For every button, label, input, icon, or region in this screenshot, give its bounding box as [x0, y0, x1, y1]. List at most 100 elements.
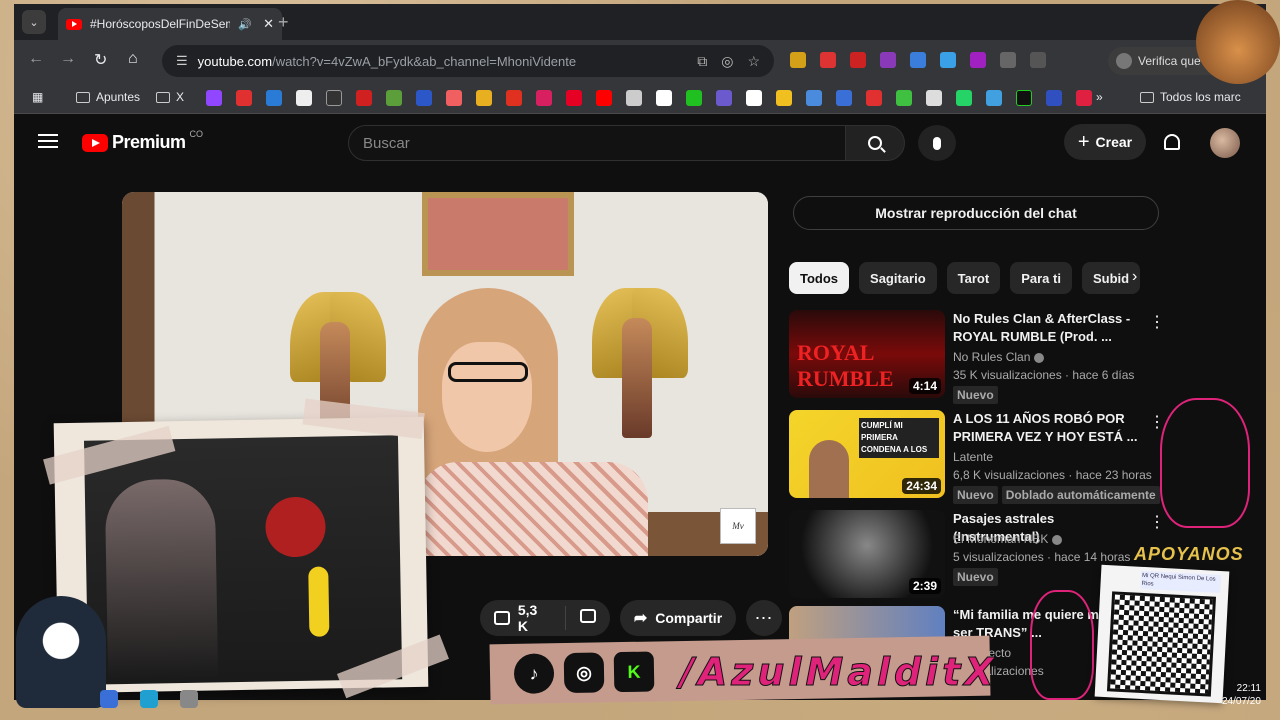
bookmark-icon[interactable] — [476, 90, 492, 106]
video-channel[interactable]: Latente — [953, 450, 993, 464]
verified-check-icon — [1034, 352, 1045, 363]
bookmark-icon[interactable] — [506, 90, 522, 106]
puzzle-icon[interactable] — [1000, 52, 1016, 68]
youtube-icon[interactable] — [596, 90, 612, 106]
bookmark-icon[interactable] — [896, 90, 912, 106]
bookmark-icon[interactable] — [836, 90, 852, 106]
close-tab-icon[interactable]: ✕ — [263, 16, 274, 32]
chip-sagitario[interactable]: Sagitario — [859, 262, 937, 294]
channel-watermark[interactable]: Mv — [720, 508, 756, 544]
tab-title: #HoróscoposDelFinDeSema — [90, 17, 230, 31]
logo-text: Premium — [112, 132, 186, 152]
bookmark-icon[interactable] — [656, 90, 672, 106]
bookmark-icon[interactable] — [446, 90, 462, 106]
reload-icon[interactable]: ↻ — [94, 50, 107, 70]
speaker-icon[interactable]: 🔊 — [238, 18, 252, 31]
taskbar-app-icon[interactable] — [180, 690, 198, 708]
tab-search-button[interactable]: ⌄ — [22, 10, 46, 34]
bookmark-star-icon[interactable]: ☆ — [747, 53, 760, 70]
translate-icon[interactable] — [910, 52, 926, 68]
notifications-bell-icon[interactable] — [1164, 134, 1180, 150]
eye-off-icon[interactable]: ◎ — [721, 53, 733, 70]
bookmark-icon[interactable] — [356, 90, 372, 106]
search-input[interactable]: Buscar — [348, 125, 846, 161]
voice-search-button[interactable] — [918, 125, 956, 161]
site-info-icon[interactable]: ☰ — [176, 53, 188, 69]
video-channel[interactable]: El Monoman NBK — [953, 532, 1063, 546]
bookmark-icon[interactable] — [806, 90, 822, 106]
taskbar-app-icon[interactable] — [100, 690, 118, 708]
hamburger-menu-icon[interactable] — [38, 134, 58, 148]
video-thumbnail[interactable]: ROYAL RUMBLE 4:14 — [789, 310, 945, 398]
extension-icon[interactable] — [940, 52, 956, 68]
taskbar-app-icon[interactable] — [140, 690, 158, 708]
video-title[interactable]: A LOS 11 AÑOS ROBÓ POR PRIMERA VEZ Y HOY… — [953, 410, 1143, 446]
url-text[interactable]: youtube.com/watch?v=4vZwA_bFydk&ab_chann… — [198, 54, 576, 69]
bookmark-icon[interactable] — [296, 90, 312, 106]
video-menu-icon[interactable]: ⋮ — [1149, 312, 1165, 332]
forward-icon[interactable]: → — [60, 50, 76, 68]
recommended-video[interactable]: CUMPLÍ MI PRIMERA CONDENA A LOS 24:34 A … — [789, 410, 1169, 504]
bookmark-icon[interactable] — [326, 90, 342, 106]
bookmark-icon[interactable] — [1076, 90, 1092, 106]
share-button[interactable]: ➦ Compartir — [620, 600, 736, 636]
bookmark-icon[interactable] — [1046, 90, 1062, 106]
recommended-video[interactable]: ROYAL RUMBLE 4:14 No Rules Clan & AfterC… — [789, 310, 1169, 404]
apps-grid-icon[interactable]: ▦ — [32, 90, 43, 104]
video-thumbnail[interactable]: CUMPLÍ MI PRIMERA CONDENA A LOS 24:34 — [789, 410, 945, 498]
video-menu-icon[interactable]: ⋮ — [1149, 512, 1165, 532]
media-control-icon[interactable] — [1030, 52, 1046, 68]
bookmark-icon[interactable] — [626, 90, 642, 106]
video-stats: 6,8 K visualizaciones · hace 23 horas — [953, 468, 1152, 482]
more-bookmarks-icon[interactable]: » — [1096, 90, 1103, 104]
download-extension-icon[interactable] — [970, 52, 986, 68]
video-title[interactable]: No Rules Clan & AfterClass - ROYAL RUMBL… — [953, 310, 1143, 346]
whatsapp-icon[interactable] — [956, 90, 972, 106]
video-channel[interactable]: No Rules Clan — [953, 350, 1045, 364]
address-bar[interactable]: ☰ youtube.com/watch?v=4vZwA_bFydk&ab_cha… — [162, 45, 774, 77]
bookmark-folder-x[interactable]: X — [156, 90, 184, 104]
chat-button-label: Mostrar reproducción del chat — [875, 205, 1077, 221]
extension-icon[interactable] — [820, 52, 836, 68]
kick-icon[interactable] — [686, 90, 702, 106]
bookmark-icon[interactable] — [416, 90, 432, 106]
bookmark-folder-all[interactable]: Todos los marc — [1140, 90, 1241, 104]
home-icon[interactable]: ⌂ — [128, 50, 138, 68]
bookmark-icon[interactable] — [746, 90, 762, 106]
bookmark-icon[interactable] — [926, 90, 942, 106]
bookmark-icon[interactable] — [536, 90, 552, 106]
bookmark-icon[interactable] — [236, 90, 252, 106]
bookmark-folder-apuntes[interactable]: Apuntes — [76, 90, 140, 104]
pinterest-icon[interactable] — [566, 90, 582, 106]
search-button[interactable] — [845, 125, 905, 161]
show-chat-replay-button[interactable]: Mostrar reproducción del chat — [793, 196, 1159, 230]
bookmark-icon[interactable] — [866, 90, 882, 106]
create-button[interactable]: + Crear — [1064, 124, 1146, 160]
bookmark-icon[interactable] — [776, 90, 792, 106]
adblock-icon[interactable] — [850, 52, 866, 68]
like-button[interactable]: 5,3 K — [480, 602, 566, 634]
extension-icon[interactable] — [880, 52, 896, 68]
video-duration: 24:34 — [902, 478, 941, 494]
more-actions-button[interactable]: ⋯ — [746, 600, 782, 636]
microphone-icon — [933, 136, 941, 150]
bookmark-icon[interactable] — [1016, 90, 1032, 106]
account-avatar[interactable] — [1210, 128, 1240, 158]
bookmark-icon[interactable] — [986, 90, 1002, 106]
install-app-icon[interactable]: ⧉ — [697, 53, 707, 70]
bookmark-icon[interactable] — [266, 90, 282, 106]
video-thumbnail[interactable]: 2:39 — [789, 510, 945, 598]
chip-para-ti[interactable]: Para ti — [1010, 262, 1072, 294]
new-tab-button[interactable]: + — [278, 12, 289, 33]
youtube-premium-logo[interactable]: Premium CO — [82, 129, 203, 153]
chip-todos[interactable]: Todos — [789, 262, 850, 294]
bookmark-icon[interactable] — [386, 90, 402, 106]
back-icon[interactable]: ← — [28, 50, 44, 68]
chip-tarot[interactable]: Tarot — [946, 262, 1001, 294]
dislike-button[interactable] — [566, 608, 610, 628]
tab-active[interactable]: #HoróscoposDelFinDeSema 🔊 ✕ — [58, 8, 282, 40]
extension-icon[interactable] — [790, 52, 806, 68]
twitch-icon[interactable] — [206, 90, 222, 106]
bookmark-icon[interactable] — [716, 90, 732, 106]
chevron-right-icon[interactable]: › — [1132, 268, 1137, 286]
